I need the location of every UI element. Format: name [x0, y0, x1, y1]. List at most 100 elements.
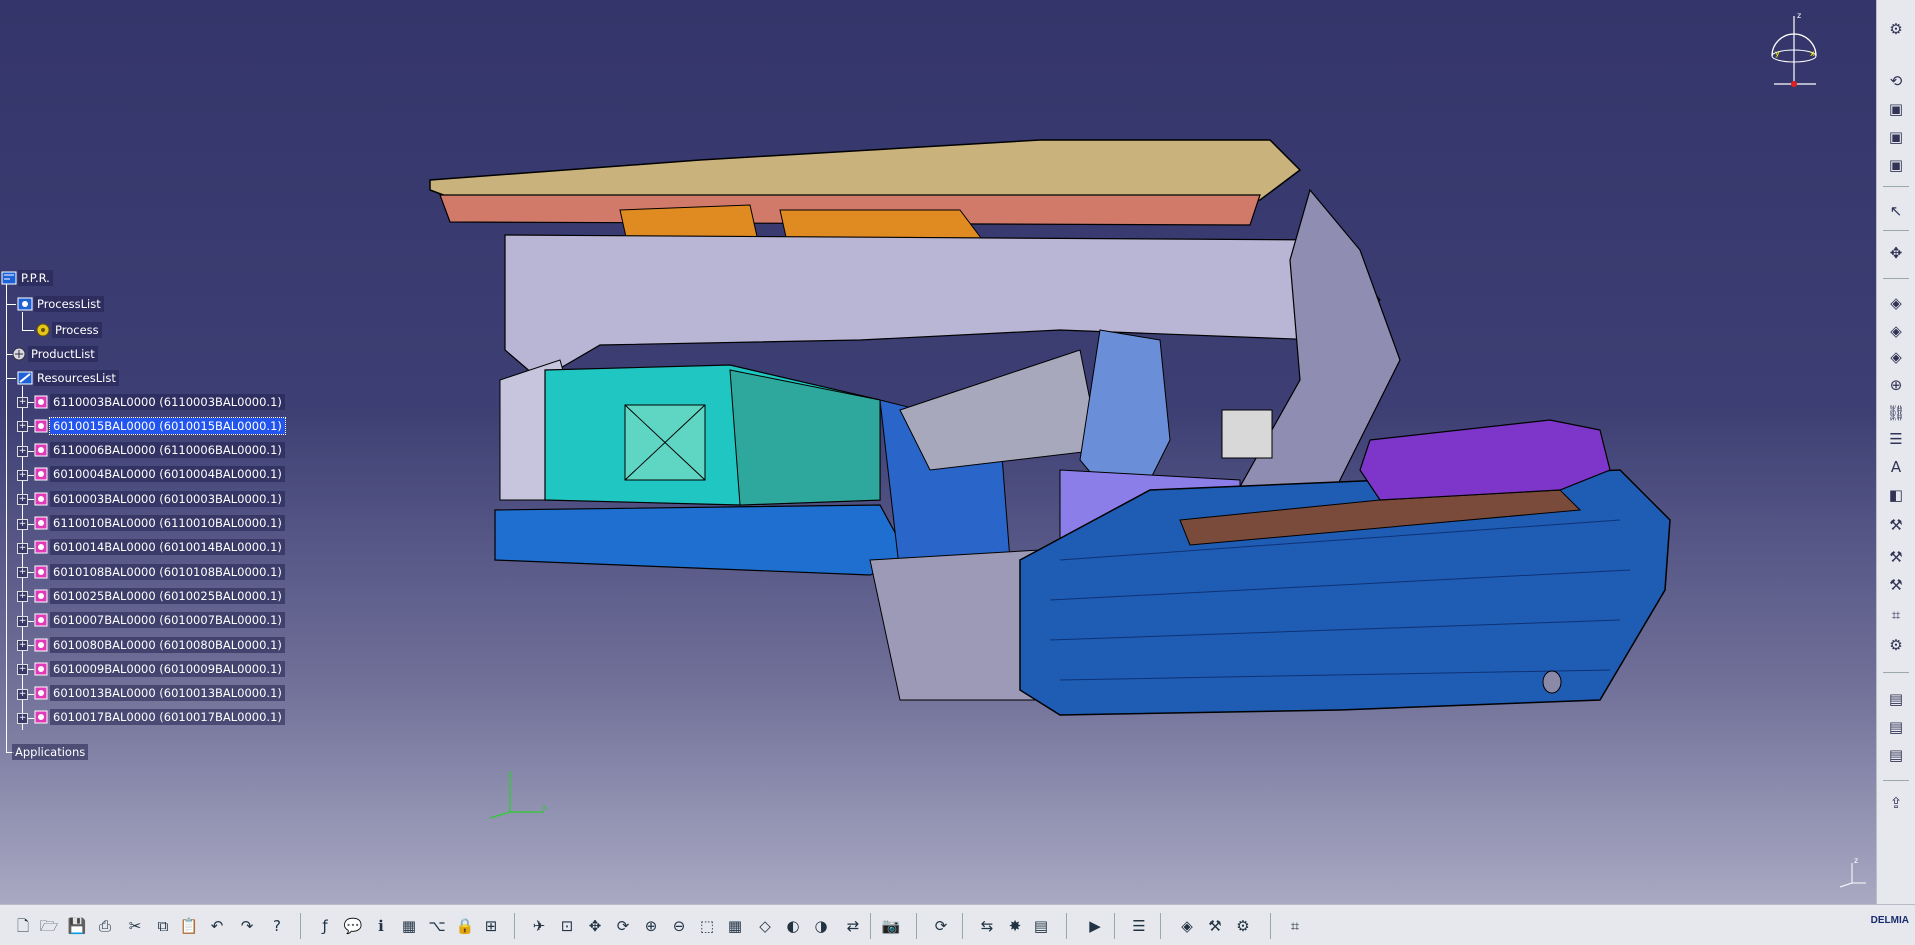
- tree-node-resource[interactable]: 6110003BAL0000 (6110003BAL0000.1): [32, 392, 285, 410]
- axis-triad-icon: z x: [489, 770, 547, 819]
- redo-icon[interactable]: ↷: [236, 915, 258, 937]
- tree-node-resource[interactable]: 6010007BAL0000 (6010007BAL0000.1): [32, 611, 285, 629]
- tree-node-resource[interactable]: 6010017BAL0000 (6010017BAL0000.1): [32, 708, 285, 726]
- capture-icon[interactable]: 📷: [880, 915, 902, 937]
- resource-icon[interactable]: ◈: [1885, 346, 1907, 368]
- simulation-icon[interactable]: ▶: [1084, 915, 1106, 937]
- copy-icon[interactable]: ⧉: [152, 915, 174, 937]
- expand-toggle[interactable]: +: [17, 591, 28, 603]
- view-icon[interactable]: ▣: [1885, 98, 1907, 120]
- print-icon[interactable]: ⎙: [94, 915, 116, 937]
- expand-toggle[interactable]: +: [17, 688, 28, 700]
- expand-toggle[interactable]: +: [17, 542, 28, 554]
- expand-toggle[interactable]: +: [17, 567, 28, 579]
- formula-icon[interactable]: ƒ: [314, 915, 336, 937]
- measure-icon[interactable]: ⊞: [480, 915, 502, 937]
- view-icon[interactable]: ▣: [1885, 126, 1907, 148]
- expand-toggle[interactable]: +: [17, 397, 28, 408]
- expand-toggle[interactable]: +: [17, 664, 28, 676]
- tree-node-resource[interactable]: 6010015BAL0000 (6010015BAL0000.1): [32, 416, 286, 435]
- device-icon[interactable]: ⚒: [1885, 574, 1907, 596]
- expand-toggle[interactable]: +: [17, 445, 28, 457]
- fit-all-icon[interactable]: ⊡: [556, 915, 578, 937]
- update-icon[interactable]: ⟳: [930, 915, 952, 937]
- clash-icon[interactable]: ✸: [1004, 915, 1026, 937]
- zoom-out-icon[interactable]: ⊖: [668, 915, 690, 937]
- expand-toggle[interactable]: +: [17, 518, 28, 530]
- tree-node-resource[interactable]: 6010108BAL0000 (6010108BAL0000.1): [32, 562, 285, 580]
- undo-view-icon[interactable]: ⟲: [1885, 70, 1907, 92]
- device-icon[interactable]: ⚒: [1885, 546, 1907, 568]
- tree-node-resource[interactable]: 6110010BAL0000 (6110010BAL0000.1): [32, 514, 285, 532]
- tree-node-resource[interactable]: 6010013BAL0000 (6010013BAL0000.1): [32, 684, 285, 702]
- tree-node-product-list[interactable]: ProductList: [10, 344, 98, 362]
- expand-toggle[interactable]: +: [17, 421, 28, 433]
- expand-toggle[interactable]: +: [17, 712, 28, 724]
- grid-icon[interactable]: ⌗: [1885, 604, 1907, 626]
- tree-node-ppr[interactable]: P.P.R.: [0, 268, 53, 286]
- catalog-icon[interactable]: ☰: [1128, 915, 1150, 937]
- multi-view-icon[interactable]: ▦: [724, 915, 746, 937]
- iso-view-icon[interactable]: ◇: [754, 915, 776, 937]
- catalog-icon[interactable]: ☰: [1885, 428, 1907, 450]
- swap-icon[interactable]: ⇄: [842, 915, 864, 937]
- expand-toggle[interactable]: +: [17, 494, 28, 506]
- robot-icon[interactable]: ⚙: [1885, 634, 1907, 656]
- lock-icon[interactable]: 🔒: [454, 915, 476, 937]
- 3d-viewport[interactable]: z x y P.P.R. ProcessList Process Product…: [0, 0, 1876, 904]
- tree-node-applications[interactable]: Applications: [12, 742, 89, 760]
- manipulate-icon[interactable]: ✥: [1885, 242, 1907, 264]
- tree-icon[interactable]: ⌥: [426, 915, 448, 937]
- new-icon[interactable]: 🗋: [12, 915, 34, 937]
- text-icon[interactable]: A: [1885, 456, 1907, 478]
- insert-icon[interactable]: ⊕: [1885, 374, 1907, 396]
- tree-node-resource[interactable]: 6010004BAL0000 (6010004BAL0000.1): [32, 465, 285, 483]
- analysis-icon[interactable]: ◧: [1885, 484, 1907, 506]
- process-icon[interactable]: ▤: [1885, 716, 1907, 738]
- tree-node-resources-list[interactable]: ResourcesList: [16, 368, 119, 386]
- export-icon[interactable]: ⇪: [1885, 792, 1907, 814]
- rotate-icon[interactable]: ⟳: [612, 915, 634, 937]
- sectioning-icon[interactable]: ▤: [1030, 915, 1052, 937]
- knowledge-icon[interactable]: ℹ: [370, 915, 392, 937]
- resource-icon[interactable]: ◈: [1176, 915, 1198, 937]
- hide-show-icon[interactable]: ◑: [810, 915, 832, 937]
- help-icon[interactable]: ?: [266, 915, 288, 937]
- tree-node-process-list[interactable]: ProcessList: [16, 294, 104, 312]
- view-icon[interactable]: ▣: [1885, 154, 1907, 176]
- undo-icon[interactable]: ↶: [206, 915, 228, 937]
- device-icon[interactable]: ⚒: [1885, 514, 1907, 536]
- save-icon[interactable]: 💾: [66, 915, 88, 937]
- tree-node-resource[interactable]: 6110006BAL0000 (6110006BAL0000.1): [32, 441, 285, 459]
- expand-toggle[interactable]: +: [17, 640, 28, 651]
- open-icon[interactable]: 🗁: [38, 915, 60, 937]
- tree-node-resource[interactable]: 6010009BAL0000 (6010009BAL0000.1): [32, 659, 285, 677]
- fly-icon[interactable]: ✈: [528, 915, 550, 937]
- robot-icon[interactable]: ⚙: [1232, 915, 1254, 937]
- grid-icon[interactable]: ⌗: [1284, 915, 1306, 937]
- tree-node-resource[interactable]: 6010003BAL0000 (6010003BAL0000.1): [32, 489, 285, 507]
- link-icon[interactable]: ⛓: [1885, 402, 1907, 424]
- tree-node-resource[interactable]: 6010014BAL0000 (6010014BAL0000.1): [32, 538, 285, 556]
- resource-icon[interactable]: ◈: [1885, 320, 1907, 342]
- comment-icon[interactable]: 💬: [342, 915, 364, 937]
- resource-icon[interactable]: ◈: [1885, 292, 1907, 314]
- zoom-in-icon[interactable]: ⊕: [640, 915, 662, 937]
- process-icon[interactable]: ▤: [1885, 744, 1907, 766]
- pan-icon[interactable]: ✥: [584, 915, 606, 937]
- cut-icon[interactable]: ✂: [124, 915, 146, 937]
- paste-icon[interactable]: 📋: [178, 915, 200, 937]
- normal-view-icon[interactable]: ⬚: [696, 915, 718, 937]
- tree-node-resource[interactable]: 6010025BAL0000 (6010025BAL0000.1): [32, 586, 285, 604]
- compare-icon[interactable]: ⇆: [976, 915, 998, 937]
- expand-toggle[interactable]: +: [17, 469, 28, 481]
- tree-node-process[interactable]: Process: [34, 320, 102, 338]
- settings-icon[interactable]: ⚙: [1885, 18, 1907, 40]
- tree-node-resource[interactable]: 6010080BAL0000 (6010080BAL0000.1): [32, 635, 285, 653]
- table-icon[interactable]: ▦: [398, 915, 420, 937]
- select-icon[interactable]: ↖: [1885, 200, 1907, 222]
- device-icon[interactable]: ⚒: [1204, 915, 1226, 937]
- expand-toggle[interactable]: +: [17, 615, 28, 627]
- process-icon[interactable]: ▤: [1885, 688, 1907, 710]
- shading-icon[interactable]: ◐: [782, 915, 804, 937]
